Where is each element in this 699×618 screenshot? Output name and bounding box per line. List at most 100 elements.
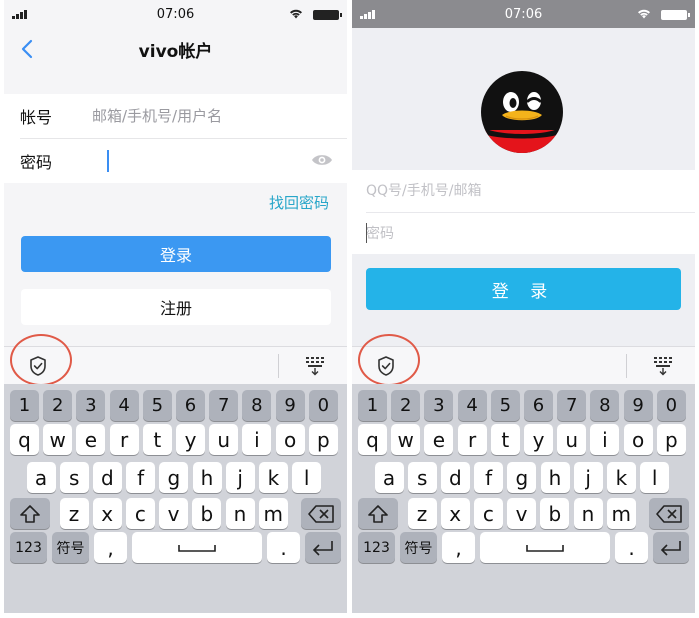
key-z[interactable]: z [59, 498, 89, 529]
key-g[interactable]: g [507, 462, 537, 493]
key-t[interactable]: t [142, 424, 172, 455]
qq-password-input[interactable] [352, 213, 695, 255]
key-p[interactable]: p [656, 424, 686, 455]
key-e[interactable]: e [76, 424, 106, 455]
login-button[interactable]: 登录 [21, 236, 331, 272]
key-4[interactable]: 4 [457, 390, 487, 421]
key-v[interactable]: v [159, 498, 189, 529]
key-space[interactable] [480, 532, 610, 563]
key-shift[interactable] [10, 498, 50, 529]
key-i[interactable]: i [590, 424, 620, 455]
key-4[interactable]: 4 [109, 390, 139, 421]
key-r[interactable]: r [457, 424, 487, 455]
key-u[interactable]: u [557, 424, 587, 455]
login-button[interactable]: 登 录 [366, 268, 681, 310]
key-c[interactable]: c [473, 498, 503, 529]
key-6[interactable]: 6 [524, 390, 553, 421]
key-2[interactable]: 2 [43, 390, 73, 421]
register-button[interactable]: 注册 [21, 289, 331, 325]
key-backspace[interactable] [649, 498, 689, 529]
key-5[interactable]: 5 [142, 390, 172, 421]
key-c[interactable]: c [125, 498, 155, 529]
key-l[interactable]: l [292, 462, 322, 493]
key-h[interactable]: h [192, 462, 222, 493]
key-return[interactable] [653, 532, 689, 563]
key-y[interactable]: y [524, 424, 553, 455]
key-e[interactable]: e [424, 424, 454, 455]
key-b[interactable]: b [540, 498, 570, 529]
key-y[interactable]: y [176, 424, 205, 455]
key-3[interactable]: 3 [424, 390, 454, 421]
key-space[interactable] [132, 532, 262, 563]
key-2[interactable]: 2 [391, 390, 421, 421]
account-input[interactable] [92, 94, 347, 138]
key-j[interactable]: j [225, 462, 255, 493]
key-period[interactable]: . [615, 532, 648, 563]
key-0[interactable]: 0 [308, 390, 338, 421]
key-p[interactable]: p [308, 424, 338, 455]
key-s[interactable]: s [407, 462, 437, 493]
key-z[interactable]: z [407, 498, 437, 529]
key-t[interactable]: t [490, 424, 520, 455]
key-q[interactable]: q [10, 424, 39, 455]
key-a[interactable]: a [26, 462, 56, 493]
key-3[interactable]: 3 [76, 390, 106, 421]
key-x[interactable]: x [440, 498, 470, 529]
key-i[interactable]: i [242, 424, 272, 455]
key-0[interactable]: 0 [656, 390, 686, 421]
key-r[interactable]: r [109, 424, 139, 455]
key-g[interactable]: g [159, 462, 189, 493]
key-shift[interactable] [358, 498, 398, 529]
key-8[interactable]: 8 [590, 390, 620, 421]
key-7[interactable]: 7 [209, 390, 239, 421]
key-v[interactable]: v [507, 498, 537, 529]
key-s[interactable]: s [59, 462, 89, 493]
key-k[interactable]: k [606, 462, 636, 493]
key-m[interactable]: m [606, 498, 636, 529]
key-l[interactable]: l [640, 462, 670, 493]
eye-icon[interactable] [311, 152, 333, 168]
key-f[interactable]: f [126, 462, 156, 493]
key-o[interactable]: o [623, 424, 653, 455]
key-123[interactable]: 123 [10, 532, 47, 563]
key-m[interactable]: m [258, 498, 288, 529]
key-9[interactable]: 9 [623, 390, 653, 421]
qq-account-input[interactable] [352, 170, 695, 212]
key-backspace[interactable] [301, 498, 341, 529]
key-u[interactable]: u [209, 424, 239, 455]
key-1[interactable]: 1 [10, 390, 39, 421]
key-1[interactable]: 1 [358, 390, 387, 421]
keyboard-collapse-icon[interactable] [305, 356, 327, 376]
keyboard-collapse-icon[interactable] [653, 356, 675, 376]
key-d[interactable]: d [440, 462, 470, 493]
key-n[interactable]: n [573, 498, 603, 529]
key-h[interactable]: h [540, 462, 570, 493]
shield-check-icon[interactable] [376, 355, 396, 377]
key-comma[interactable]: , [442, 532, 475, 563]
key-w[interactable]: w [391, 424, 421, 455]
chevron-left-icon[interactable] [18, 38, 38, 60]
key-5[interactable]: 5 [490, 390, 520, 421]
key-period[interactable]: . [267, 532, 300, 563]
key-k[interactable]: k [258, 462, 288, 493]
shield-check-icon[interactable] [28, 355, 48, 377]
key-b[interactable]: b [192, 498, 222, 529]
key-n[interactable]: n [225, 498, 255, 529]
key-9[interactable]: 9 [275, 390, 305, 421]
key-a[interactable]: a [374, 462, 404, 493]
key-6[interactable]: 6 [176, 390, 205, 421]
key-x[interactable]: x [92, 498, 122, 529]
key-symbols[interactable]: 符号 [52, 532, 89, 563]
key-8[interactable]: 8 [242, 390, 272, 421]
key-w[interactable]: w [43, 424, 73, 455]
key-d[interactable]: d [92, 462, 122, 493]
key-o[interactable]: o [275, 424, 305, 455]
key-comma[interactable]: , [94, 532, 127, 563]
password-input[interactable] [92, 139, 347, 183]
key-return[interactable] [305, 532, 341, 563]
key-q[interactable]: q [358, 424, 387, 455]
key-j[interactable]: j [573, 462, 603, 493]
forgot-password-link[interactable]: 找回密码 [269, 192, 329, 213]
key-f[interactable]: f [474, 462, 504, 493]
key-symbols[interactable]: 符号 [400, 532, 437, 563]
